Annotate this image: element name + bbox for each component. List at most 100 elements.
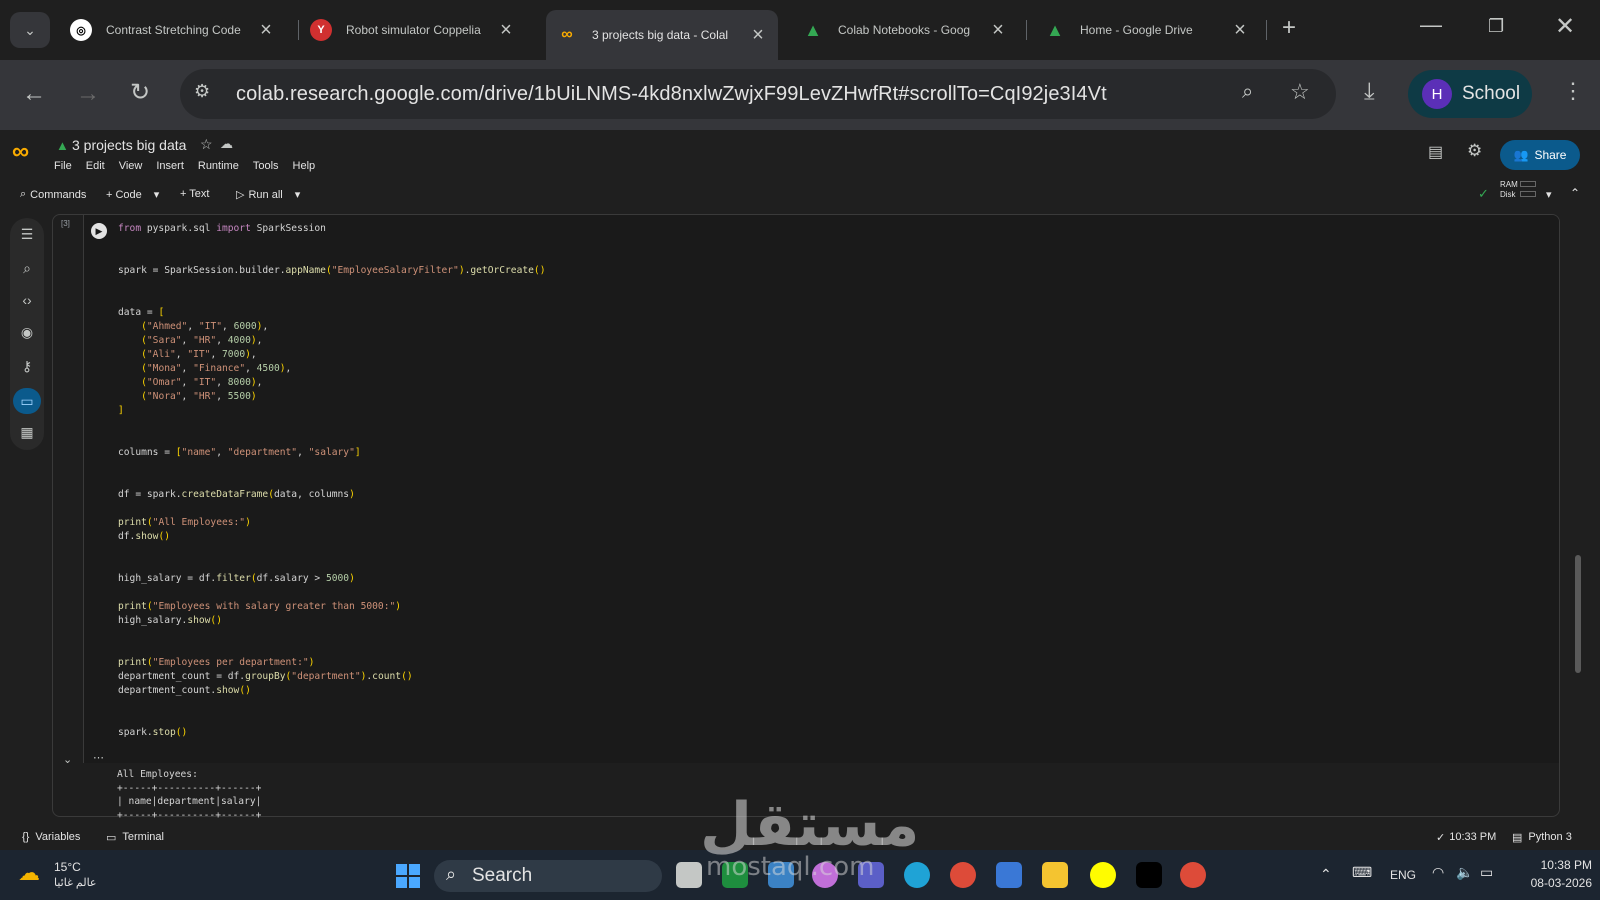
code-text[interactable]: from pyspark.sql import SparkSession spa… bbox=[118, 222, 545, 740]
address-bar[interactable]: ⚙ colab.research.google.com/drive/1bUiLN… bbox=[180, 69, 1336, 119]
clock-time: 10:38 PM bbox=[1540, 858, 1592, 872]
collapse-icon[interactable]: ⌃ bbox=[1570, 186, 1580, 200]
table-of-contents-icon[interactable]: ☰ bbox=[19, 226, 35, 242]
profile-button[interactable]: H School bbox=[1408, 70, 1532, 118]
download-icon[interactable]: ⤓ bbox=[1364, 78, 1375, 106]
battery-icon[interactable]: ▭ bbox=[1480, 864, 1493, 881]
menu-runtime[interactable]: Runtime bbox=[198, 160, 239, 172]
close-tab-icon[interactable]: × bbox=[496, 19, 516, 42]
show-hidden-icons-icon[interactable]: ⌃ bbox=[1320, 866, 1332, 883]
tab-contrast-stretching[interactable]: ◎ Contrast Stretching Code × bbox=[60, 10, 286, 50]
close-tab-icon[interactable]: × bbox=[1230, 19, 1250, 42]
close-tab-icon[interactable]: × bbox=[256, 19, 276, 42]
menu-insert[interactable]: Insert bbox=[156, 160, 184, 172]
close-tab-icon[interactable]: × bbox=[748, 24, 768, 47]
resource-meter[interactable]: RAM Disk bbox=[1498, 180, 1540, 202]
menu-edit[interactable]: Edit bbox=[86, 160, 105, 172]
disk-label: Disk bbox=[1500, 190, 1516, 199]
zoom-icon[interactable]: ⌕ bbox=[1242, 81, 1253, 104]
add-code-button[interactable]: + Code ▾ bbox=[106, 188, 160, 202]
chrome-icon[interactable] bbox=[950, 862, 976, 888]
output-menu-icon[interactable]: ⋯ bbox=[93, 751, 104, 764]
tab-3-projects-big-data[interactable]: ∞ 3 projects big data - Colal × bbox=[546, 10, 778, 60]
weather-widget[interactable]: ☁ 15°C عالم غائيا bbox=[18, 856, 108, 896]
tab-search-icon[interactable]: ⌄ bbox=[10, 12, 50, 48]
bookmark-star-icon[interactable]: ☆ bbox=[1290, 79, 1310, 105]
snapchat-icon[interactable] bbox=[1090, 862, 1116, 888]
language-indicator[interactable]: ENG bbox=[1390, 868, 1416, 882]
run-cell-button[interactable]: ▶ bbox=[91, 223, 107, 239]
tiktok-icon[interactable] bbox=[1136, 862, 1162, 888]
terminal-button[interactable]: ▭ Terminal bbox=[106, 831, 164, 844]
forward-icon[interactable]: → bbox=[76, 80, 100, 108]
notebook-title[interactable]: 3 projects big data bbox=[72, 137, 186, 153]
tab-robot-simulator[interactable]: Y Robot simulator Coppelia × bbox=[300, 10, 526, 50]
avatar: H bbox=[1422, 79, 1452, 109]
collapse-output-icon[interactable]: ⌄ bbox=[63, 753, 72, 766]
menu-view[interactable]: View bbox=[119, 160, 143, 172]
run-all-button[interactable]: ▷ Run all ▾ bbox=[236, 188, 301, 202]
wifi-icon[interactable]: ◠ bbox=[1432, 864, 1444, 881]
share-button[interactable]: 👥 Share bbox=[1500, 140, 1580, 170]
profile-name: School bbox=[1462, 83, 1521, 104]
clock[interactable]: 10:38 PM 08-03-2026 bbox=[1512, 858, 1592, 890]
close-tab-icon[interactable]: × bbox=[988, 19, 1008, 42]
menu-file[interactable]: File bbox=[54, 160, 72, 172]
site-settings-icon[interactable]: ⚙ bbox=[194, 81, 210, 102]
data-table-icon[interactable]: ▦ bbox=[19, 424, 35, 440]
colab-logo[interactable]: ∞ bbox=[12, 138, 29, 166]
tab-title: Robot simulator Coppelia bbox=[346, 23, 481, 37]
chevron-down-icon[interactable]: ▾ bbox=[1546, 188, 1552, 201]
new-tab-icon[interactable]: + bbox=[1282, 14, 1296, 42]
execution-count: [3] bbox=[61, 219, 70, 228]
chevron-down-icon[interactable]: ▾ bbox=[154, 188, 160, 201]
restore-icon[interactable]: ❐ bbox=[1488, 16, 1504, 37]
tab-colab-notebooks[interactable]: ▲ Colab Notebooks - Goog × bbox=[792, 10, 1018, 50]
files-folder-icon[interactable]: ▭ bbox=[13, 388, 41, 414]
commands-label: Commands bbox=[30, 188, 87, 201]
tab-google-drive-home[interactable]: ▲ Home - Google Drive × bbox=[1034, 10, 1260, 50]
variables-button[interactable]: {} Variables bbox=[22, 831, 80, 843]
search-icon: ⌕ bbox=[20, 188, 27, 200]
add-text-button[interactable]: + Text bbox=[180, 188, 209, 200]
google-drive-icon: ▲ bbox=[804, 19, 822, 40]
star-icon[interactable]: ☆ bbox=[200, 136, 213, 153]
settings-gear-icon[interactable]: ⚙ bbox=[1467, 141, 1482, 161]
browser-menu-icon[interactable]: ⋮ bbox=[1562, 78, 1584, 104]
comments-icon[interactable]: ▤ bbox=[1428, 142, 1443, 162]
edge-icon[interactable] bbox=[904, 862, 930, 888]
scrollbar[interactable] bbox=[1575, 555, 1581, 673]
secrets-key-icon[interactable]: ⚷ bbox=[19, 358, 35, 374]
windows-start-icon[interactable] bbox=[396, 864, 420, 888]
chatgpt-icon: ◎ bbox=[70, 19, 92, 41]
connected-check-icon: ✓ bbox=[1478, 186, 1489, 201]
menu-help[interactable]: Help bbox=[293, 160, 316, 172]
output-line: +-----+----------+------+ bbox=[117, 782, 262, 794]
add-code-label: + Code bbox=[106, 188, 142, 201]
store-icon[interactable] bbox=[996, 862, 1022, 888]
reload-icon[interactable]: ↻ bbox=[130, 78, 150, 107]
cell-output: All Employees: +-----+----------+------+ |… bbox=[117, 768, 261, 822]
back-icon[interactable]: ← bbox=[22, 80, 46, 108]
volume-icon[interactable]: 🔈 bbox=[1456, 864, 1473, 881]
file-explorer-icon[interactable] bbox=[1042, 862, 1068, 888]
chrome-profile-icon[interactable] bbox=[1180, 862, 1206, 888]
keyboard-icon[interactable]: ⌨ bbox=[1352, 864, 1372, 881]
find-replace-icon[interactable]: ⌕ bbox=[19, 260, 35, 276]
colab-icon: ∞ bbox=[561, 26, 573, 43]
kernel-status[interactable]: ▤ Python 3 bbox=[1512, 831, 1572, 844]
variable-inspector-icon[interactable]: ◉ bbox=[19, 324, 35, 340]
left-sidebar: ☰ ⌕ ‹› ◉ ⚷ ▭ ▦ bbox=[10, 218, 44, 450]
task-view-icon[interactable] bbox=[676, 862, 702, 888]
google-drive-icon: ▲ bbox=[56, 138, 69, 153]
taskbar-search[interactable]: ⌕ Search bbox=[434, 860, 662, 892]
weather-text: عالم غائيا bbox=[54, 877, 97, 889]
close-window-icon[interactable]: ✕ bbox=[1555, 12, 1575, 41]
minimize-icon[interactable]: — bbox=[1420, 12, 1442, 38]
last-run-status[interactable]: ✓ 10:33 PM bbox=[1436, 831, 1496, 844]
menu-tools[interactable]: Tools bbox=[253, 160, 279, 172]
url-text[interactable]: colab.research.google.com/drive/1bUiLNMS… bbox=[236, 83, 1107, 106]
commands-button[interactable]: ⌕ Commands bbox=[20, 188, 86, 201]
chevron-down-icon[interactable]: ▾ bbox=[295, 188, 301, 201]
code-snippets-icon[interactable]: ‹› bbox=[19, 292, 35, 308]
